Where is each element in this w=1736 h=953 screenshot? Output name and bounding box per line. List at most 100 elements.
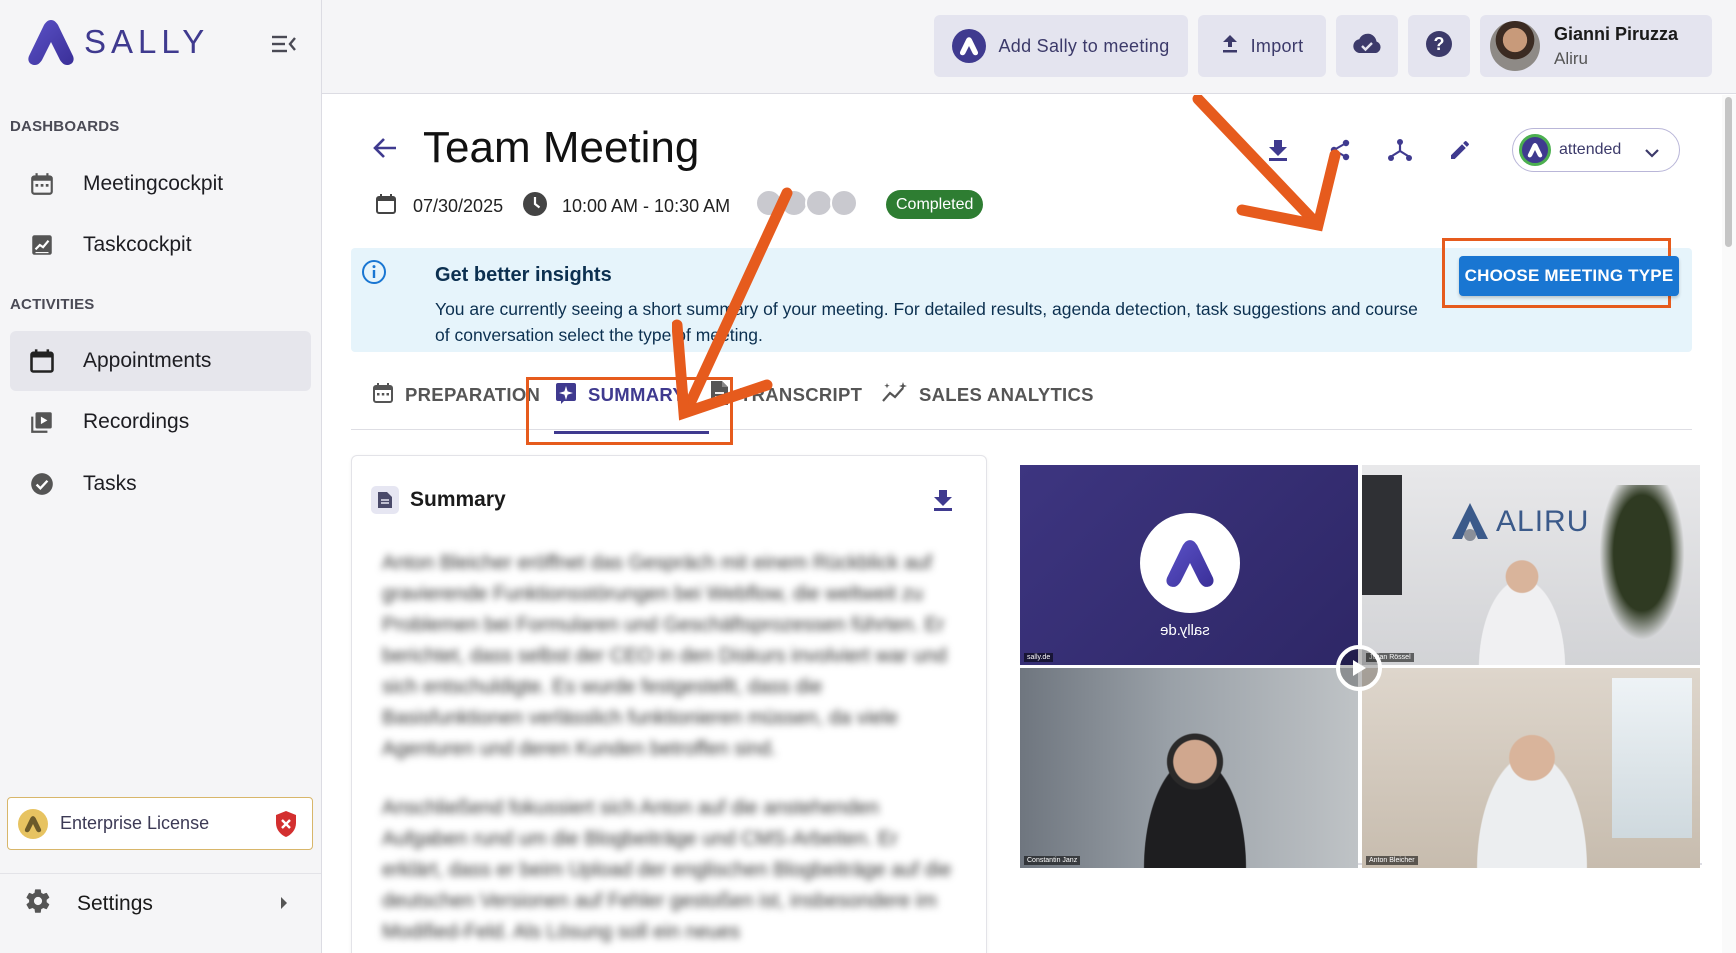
chevron-down-icon [1645, 145, 1659, 163]
sidebar-item-recordings[interactable]: Recordings [10, 392, 311, 452]
clock-icon [522, 191, 548, 222]
user-menu[interactable]: Gianni Piruzza Aliru [1480, 15, 1712, 77]
aliru-logo-icon [1450, 501, 1490, 543]
settings-label: Settings [77, 891, 153, 915]
summary-heading: Summary [410, 488, 506, 511]
upload-icon [1221, 34, 1239, 59]
sally-logo-icon [1140, 513, 1240, 613]
status-badge: Completed [886, 190, 984, 219]
calendar-icon [371, 381, 395, 410]
plant-decoration [1592, 485, 1692, 655]
video-player[interactable]: sally.de sally.de ALIRU Julian Rössel Co… [1020, 465, 1702, 868]
cloud-sync-button[interactable] [1336, 15, 1398, 77]
section-activities: ACTIVITIES [10, 296, 95, 313]
sidebar-item-label: Taskcockpit [83, 233, 192, 256]
help-button[interactable]: ? [1408, 15, 1470, 77]
attendance-label: attended [1559, 141, 1622, 158]
chart-icon [28, 231, 56, 259]
participant-figure [1130, 728, 1260, 868]
workflow-button[interactable] [1382, 134, 1418, 170]
video-tile-participant-1: ALIRU Julian Rössel [1362, 465, 1700, 665]
help-icon: ? [1425, 30, 1453, 63]
import-button[interactable]: Import [1198, 15, 1326, 77]
summary-paragraph: Anschließend fokussiert sich Anton auf d… [382, 797, 952, 943]
tile-caption: sally.de [1024, 653, 1054, 662]
download-button[interactable] [1260, 134, 1296, 170]
participant-avatar[interactable] [805, 189, 833, 217]
page-title: Team Meeting [423, 123, 700, 172]
tab-label: TRANSCRIPT [740, 384, 863, 405]
user-name: Gianni Piruzza [1554, 23, 1679, 44]
sidebar-item-taskcockpit[interactable]: Taskcockpit [10, 215, 311, 275]
summary-paragraph: Anton Bleicher eröffnet das Gespräch mit… [382, 552, 947, 760]
participant-avatar[interactable] [830, 189, 858, 217]
participant-avatar[interactable] [780, 189, 808, 217]
calendar-icon [28, 170, 56, 198]
sally-watermark: sally.de [1160, 622, 1210, 639]
back-arrow-icon[interactable] [372, 136, 398, 165]
download-icon[interactable] [932, 488, 954, 517]
check-circle-icon [28, 470, 56, 498]
scrollbar[interactable] [1722, 95, 1736, 953]
settings-button[interactable]: Settings [0, 873, 321, 933]
shield-alert-icon [274, 810, 298, 843]
sidebar-item-label: Appointments [83, 349, 212, 372]
video-tile-participant-3: Anton Bleicher [1362, 668, 1700, 868]
tab-preparation[interactable]: PREPARATION [371, 360, 540, 430]
pencil-icon [1448, 138, 1472, 167]
window-pane [1612, 678, 1692, 838]
add-sally-button[interactable]: Add Sally to meeting [934, 15, 1188, 77]
aliru-wordmark: ALIRU [1496, 505, 1590, 538]
share-icon [1328, 138, 1352, 167]
scrollbar-thumb[interactable] [1725, 97, 1732, 247]
gear-icon [24, 887, 52, 920]
choose-meeting-type-button[interactable]: CHOOSE MEETING TYPE [1459, 256, 1679, 296]
summary-doc-icon [371, 486, 399, 514]
avatar [1490, 21, 1540, 71]
participant-figure [1467, 555, 1577, 665]
user-org: Aliru [1554, 48, 1589, 68]
edit-button[interactable] [1442, 134, 1478, 170]
sally-logo-icon [1519, 134, 1551, 166]
participant-figure [1462, 723, 1602, 868]
play-icon[interactable] [1336, 645, 1382, 691]
highlight-box-summary-tab [526, 377, 733, 445]
sally-logo-icon [952, 29, 987, 63]
tab-label: SALES ANALYTICS [919, 384, 1094, 405]
participant-avatar[interactable] [755, 189, 783, 217]
tab-sales-analytics[interactable]: SALES ANALYTICS [881, 360, 1094, 430]
sidebar-item-label: Tasks [83, 472, 137, 495]
sidebar-item-label: Recordings [83, 410, 190, 433]
svg-text:?: ? [1434, 34, 1445, 54]
brand-name: SALLY [84, 23, 210, 60]
download-icon [1267, 138, 1289, 167]
tab-label: PREPARATION [405, 384, 541, 405]
sidebar-item-meetingcockpit[interactable]: Meetingcockpit [10, 154, 311, 214]
banner-heading: Get better insights [435, 264, 612, 286]
sally-logo-icon [28, 20, 74, 65]
app-root: SALLY DASHBOARDS Meetingcockpit Taskcock… [0, 0, 1736, 953]
workflow-icon [1387, 138, 1413, 167]
sidebar: SALLY DASHBOARDS Meetingcockpit Taskcock… [0, 0, 322, 953]
import-label: Import [1250, 35, 1304, 56]
sidebar-item-appointments[interactable]: Appointments [10, 331, 311, 391]
meeting-date: 07/30/2025 [413, 196, 504, 216]
license-label: Enterprise License [60, 813, 210, 833]
calendar-icon [374, 192, 398, 221]
banner-body: You are currently seeing a short summary… [435, 299, 1418, 345]
license-icon [18, 808, 48, 839]
cloud-done-icon [1351, 32, 1383, 61]
share-button[interactable] [1322, 134, 1358, 170]
chevron-right-icon [279, 896, 289, 915]
brand-logo[interactable]: SALLY [26, 18, 209, 66]
sidebar-item-tasks[interactable]: Tasks [10, 454, 311, 514]
tile-caption: Constantin Janz [1024, 856, 1081, 865]
summary-text: Anton Bleicher eröffnet das Gespräch mit… [382, 548, 962, 953]
menu-collapse-icon[interactable] [270, 32, 298, 56]
meeting-time: 10:00 AM - 10:30 AM [562, 196, 731, 216]
add-sally-label: Add Sally to meeting [998, 35, 1170, 56]
attendance-dropdown[interactable]: attended [1512, 128, 1680, 172]
calendar-blank-icon [28, 347, 56, 375]
license-badge[interactable]: Enterprise License [7, 797, 313, 850]
video-tile-participant-2: Constantin Janz [1020, 668, 1358, 868]
